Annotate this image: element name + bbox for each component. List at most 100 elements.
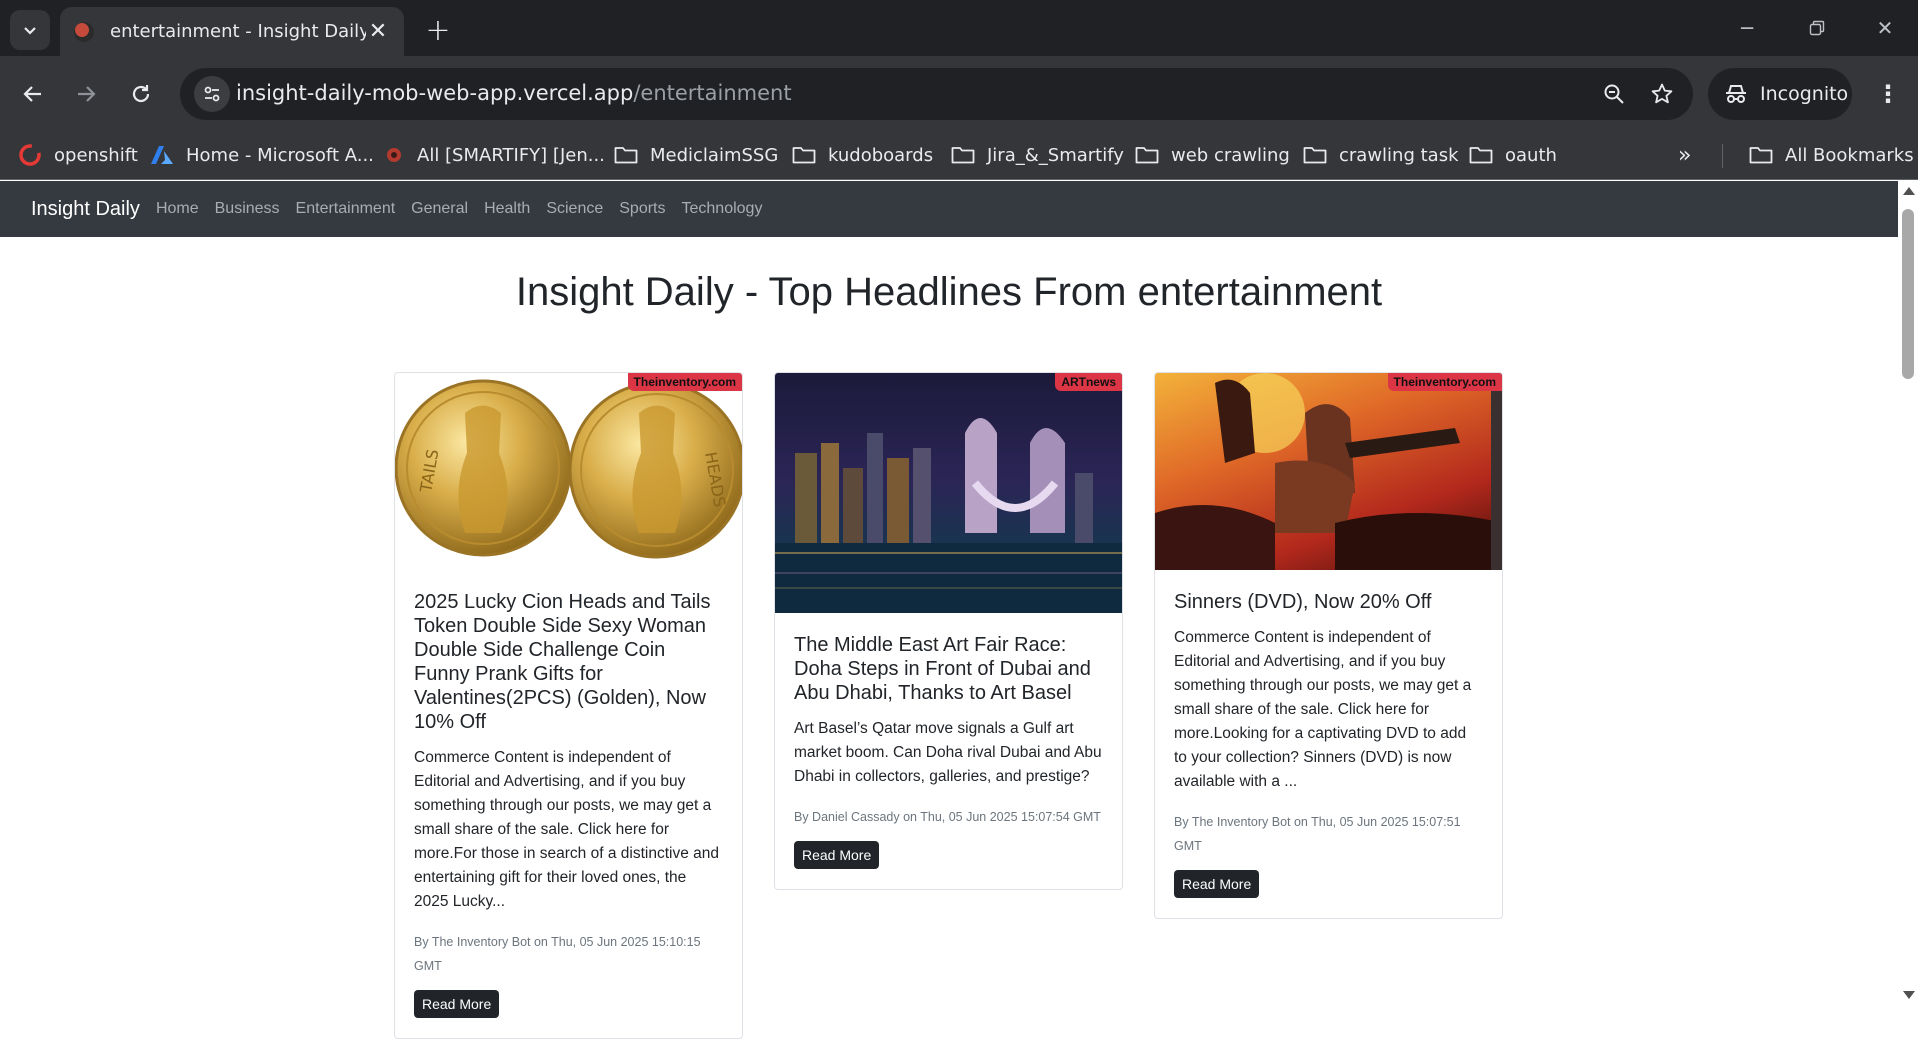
nav-link-health[interactable]: Health [484,200,530,218]
bookmark-folder-kudoboards[interactable]: kudoboards [792,138,933,172]
url-path: /entertainment [633,81,792,105]
source-badge: Theinventory.com [627,373,742,391]
article-title: 2025 Lucky Cion Heads and Tails Token Do… [414,591,711,733]
arrow-right-icon [78,86,96,102]
bookmarks-divider [1722,144,1723,168]
tab-strip: entertainment - Insight Daily ✕ + ─ ✕ [0,0,1918,56]
bookmark-label: All [SMARTIFY] [Jen... [417,144,605,166]
incognito-icon [1726,85,1746,103]
source-badge: ARTnews [1055,373,1122,391]
reload-button[interactable] [121,74,161,114]
arrow-left-icon [23,86,41,102]
card-body: The Middle East Art Fair Race: Doha Step… [775,613,1122,889]
restore-icon[interactable] [1794,10,1840,46]
close-tab-icon[interactable]: ✕ [366,19,390,44]
bookmark-label: MediclaimSSG [650,144,779,166]
bookmark-star-icon[interactable] [1648,80,1676,108]
all-bookmarks-button[interactable]: All Bookmarks [1749,138,1914,172]
nav-link-general[interactable]: General [411,200,468,218]
incognito-label: Incognito [1760,83,1849,105]
reload-icon [132,85,150,103]
site-navbar: Insight Daily Home Business Entertainmen… [0,181,1898,237]
scroll-thumb[interactable] [1902,209,1914,379]
nav-link-entertainment[interactable]: Entertainment [296,200,396,218]
folder-icon [1469,147,1493,164]
incognito-indicator[interactable]: Incognito [1708,68,1852,120]
article-image: Theinventory.com [1155,373,1502,570]
minimize-icon[interactable]: ─ [1724,10,1770,46]
article-description: Commerce Content is independent of Edito… [414,749,719,910]
bookmark-folder-jira-smartify[interactable]: Jira_&_Smartify [951,138,1124,172]
nav-link-technology[interactable]: Technology [682,200,763,218]
bookmark-label: oauth [1505,144,1557,166]
tab-search-button[interactable] [10,10,50,50]
article-card: ARTnews The Middle East Art Fair Race: D… [774,372,1123,890]
site-info-button[interactable] [194,76,230,112]
new-tab-button[interactable]: + [420,12,456,48]
article-meta: By Daniel Cassady on Thu, 05 Jun 2025 15… [794,810,1101,824]
azure-icon [151,146,173,164]
folder-icon [1135,147,1159,164]
nav-link-science[interactable]: Science [546,200,603,218]
chevron-down-icon [24,27,36,35]
bookmark-label: crawling task [1339,144,1459,166]
read-more-button[interactable]: Read More [1174,870,1260,898]
double-chevron-right-icon: » [1678,142,1692,168]
url-text: insight-daily-mob-web-app.vercel.app/ent… [236,81,792,105]
bookmark-label: openshift [54,144,138,166]
article-image: TAILS HEADS Theinventory.com [395,373,742,570]
folder-icon [951,147,975,164]
card-body: Sinners (DVD), Now 20% Off Commerce Cont… [1155,570,1502,918]
card-body: 2025 Lucky Cion Heads and Tails Token Do… [395,570,742,1038]
forward-button[interactable] [66,74,106,114]
read-more-button[interactable]: Read More [414,990,500,1018]
folder-icon [1303,147,1327,164]
site-favicon-icon [74,21,94,42]
scroll-up-icon[interactable] [1903,187,1915,195]
openshift-icon [19,144,41,166]
tune-icon [204,86,220,102]
article-image: ARTnews [775,373,1122,613]
bookmark-folder-web-crawling[interactable]: web crawling [1135,138,1290,172]
bookmark-openshift[interactable]: openshift [18,138,138,172]
article-card: Theinventory.com Sinners (DVD), Now 20% … [1154,372,1503,919]
address-bar[interactable]: insight-daily-mob-web-app.vercel.app/ent… [180,68,1693,120]
bookmark-jenkins[interactable]: All [SMARTIFY] [Jen... [383,138,605,172]
bookmarks-bar: openshift Home - Microsoft A... All [SMA… [0,132,1918,180]
folder-icon [1749,147,1773,164]
bookmark-folder-crawling-task[interactable]: crawling task [1303,138,1459,172]
page-title: Insight Daily - Top Headlines From enter… [515,270,1383,314]
bookmark-label: web crawling [1171,144,1290,166]
bookmark-folder-oauth[interactable]: oauth [1469,138,1557,172]
bookmark-label: kudoboards [828,144,934,166]
source-badge: Theinventory.com [1387,373,1502,391]
nav-link-business[interactable]: Business [215,200,280,218]
close-window-icon[interactable]: ✕ [1862,10,1908,46]
back-button[interactable] [13,74,53,114]
bookmark-folder-mediclaimssg[interactable]: MediclaimSSG [614,138,778,172]
browser-menu-button[interactable]: ⋮ [1868,74,1908,114]
scroll-down-icon[interactable] [1903,991,1915,999]
bookmark-label: Jira_&_Smartify [987,144,1124,166]
article-title: Sinners (DVD), Now 20% Off [1174,591,1432,613]
nav-link-sports[interactable]: Sports [619,200,665,218]
article-meta: By The Inventory Bot on Thu, 05 Jun 2025… [414,935,701,973]
page-scrollbar[interactable] [1898,181,1918,1008]
folder-icon [792,147,816,164]
folder-icon [614,147,638,164]
article-title: The Middle East Art Fair Race: Doha Step… [794,634,1091,704]
article-meta: By The Inventory Bot on Thu, 05 Jun 2025… [1174,815,1461,853]
bookmark-label: Home - Microsoft A... [186,144,374,166]
zoom-icon[interactable] [1600,80,1628,108]
bookmark-microsoft-azure[interactable]: Home - Microsoft A... [150,138,374,172]
site-brand[interactable]: Insight Daily [31,198,140,221]
article-card: TAILS HEADS Theinventory.com 2025 Lucky … [394,372,743,1039]
more-bookmarks-button[interactable]: » [1678,138,1691,172]
active-tab[interactable]: entertainment - Insight Daily ✕ [60,7,404,56]
url-host: insight-daily-mob-web-app.vercel.app [236,81,634,105]
jenkins-icon [387,148,401,162]
read-more-button[interactable]: Read More [794,841,880,869]
article-description: Commerce Content is independent of Edito… [1174,629,1472,790]
all-bookmarks-label: All Bookmarks [1785,144,1914,166]
nav-link-home[interactable]: Home [156,200,199,218]
